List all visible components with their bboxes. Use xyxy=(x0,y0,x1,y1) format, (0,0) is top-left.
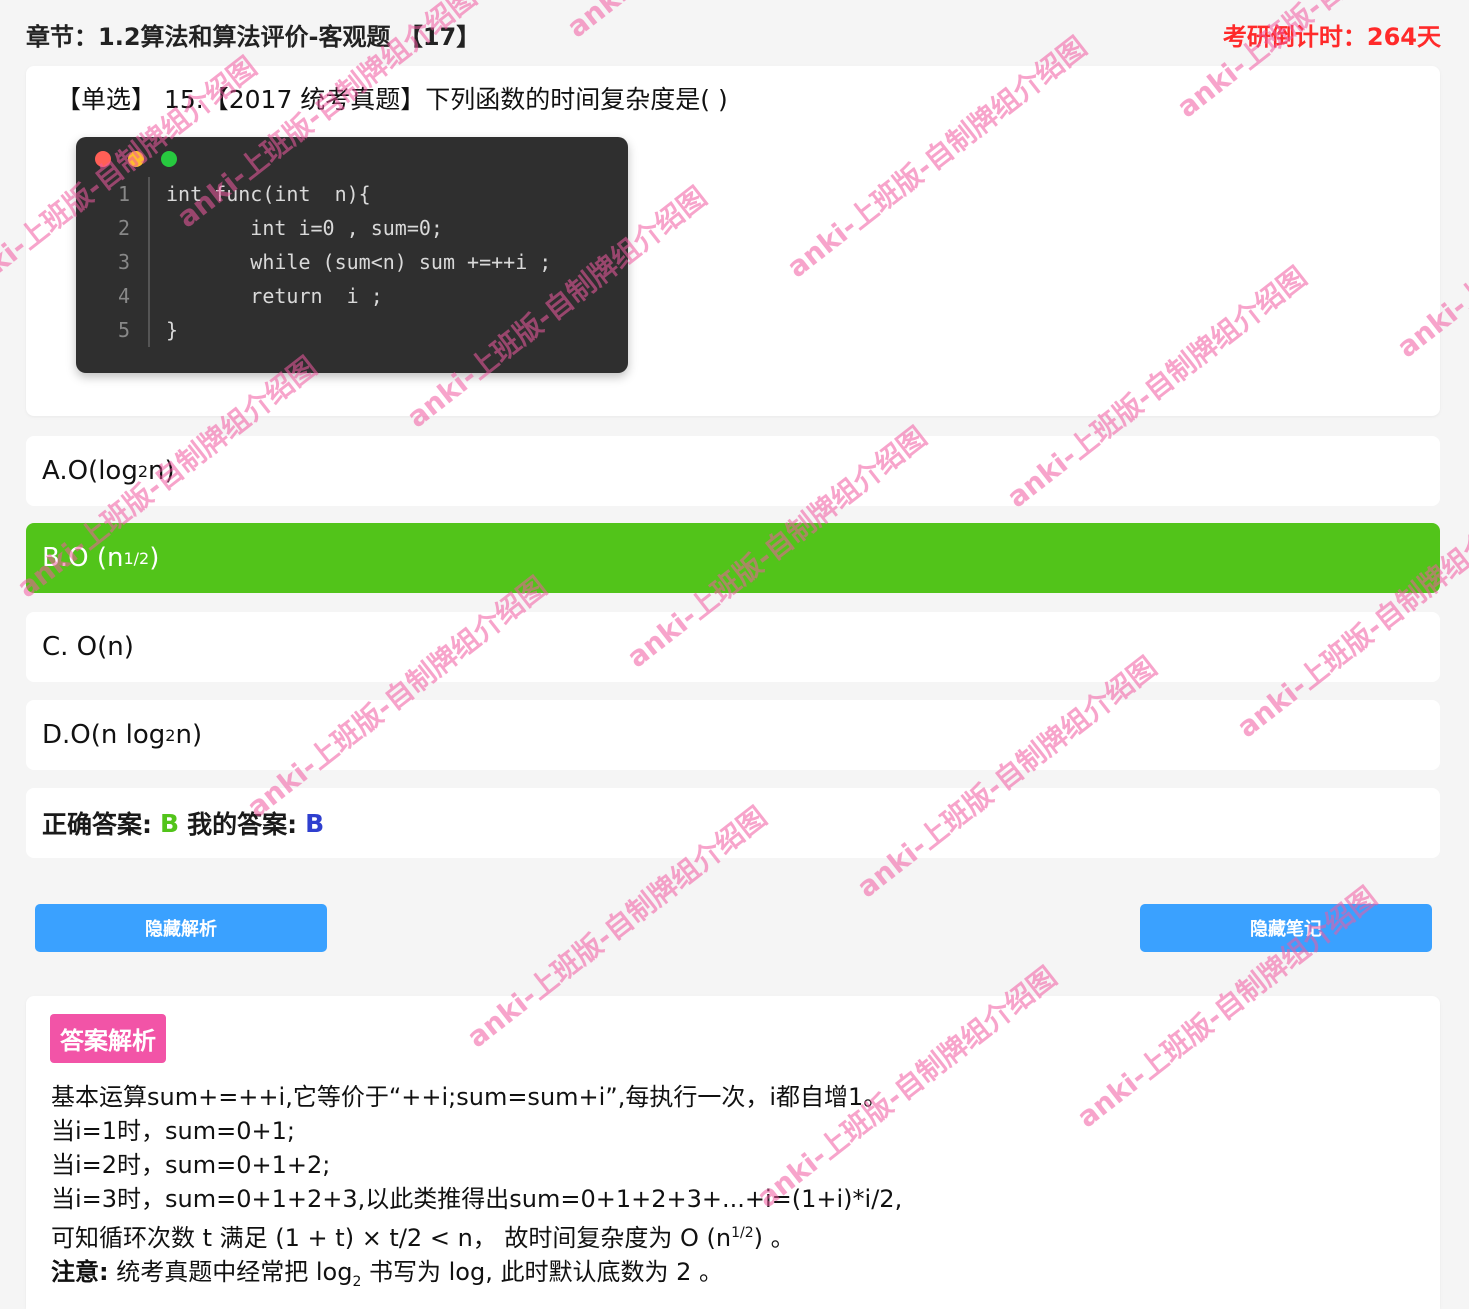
analysis-line5-suffix: ) 。 xyxy=(753,1224,795,1252)
code-line: 4 return i ; xyxy=(76,279,628,313)
code-text: int i=0 , sum=0; xyxy=(166,216,443,240)
code-text: int func(int n){ xyxy=(166,182,371,206)
analysis-body: 基本运算sum+=++i,它等价于“++i;sum=sum+i”,每执行一次，i… xyxy=(51,1080,1411,1299)
window-minimize-dot-icon xyxy=(128,151,144,167)
analysis-line: 可知循环次数 t 满足 (1 + t) × t/2 < n， 故时间复杂度为 O… xyxy=(51,1216,1411,1255)
note-suffix: 书写为 log, 此时默认底数为 2 。 xyxy=(361,1258,724,1286)
chapter-title: 章节：1.2算法和算法评价-客观题 【17】 xyxy=(26,22,481,51)
question-type-tag: 【单选】 xyxy=(56,85,157,114)
code-line: 3 while (sum<n) sum +=++i ; xyxy=(76,245,628,279)
my-answer-value: B xyxy=(305,808,325,838)
question-card: 【单选】 15.【2017 统考真题】下列函数的时间复杂度是( ) 1 int … xyxy=(26,66,1440,416)
analysis-line: 当i=1时，sum=0+1; xyxy=(51,1117,295,1145)
question-text: 15.【2017 统考真题】下列函数的时间复杂度是( ) xyxy=(163,85,728,114)
code-line: 1 int func(int n){ xyxy=(76,177,628,211)
correct-answer-value: B xyxy=(160,808,180,838)
option-d-suffix: n) xyxy=(175,720,203,750)
hide-notes-button[interactable]: 隐藏笔记 xyxy=(1140,904,1432,952)
window-maximize-dot-icon xyxy=(161,151,177,167)
code-snippet: 1 int func(int n){ 2 int i=0 , sum=0; 3 … xyxy=(76,137,628,373)
analysis-line5-superscript: 1/2 xyxy=(731,1225,754,1241)
option-b-prefix: B.O (n xyxy=(42,543,124,573)
option-c-text: C. O(n) xyxy=(42,632,134,662)
note-prefix: 统考真题中经常把 log xyxy=(108,1258,353,1286)
code-line: 2 int i=0 , sum=0; xyxy=(76,211,628,245)
line-number: 5 xyxy=(76,313,150,347)
my-answer-label: 我的答案: xyxy=(187,810,298,839)
analysis-card: 答案解析 基本运算sum+=++i,它等价于“++i;sum=sum+i”,每执… xyxy=(26,996,1440,1309)
answer-summary: 正确答案: B 我的答案: B xyxy=(26,788,1440,858)
option-d-subscript: 2 xyxy=(165,725,176,745)
code-line: 5 } xyxy=(76,313,628,347)
line-number: 4 xyxy=(76,279,150,313)
analysis-line: 基本运算sum+=++i,它等价于“++i;sum=sum+i”,每执行一次，i… xyxy=(51,1083,888,1111)
window-close-dot-icon xyxy=(95,151,111,167)
header: 章节：1.2算法和算法评价-客观题 【17】 考研倒计时：264天 xyxy=(26,14,1441,54)
exam-countdown: 考研倒计时：264天 xyxy=(1222,22,1441,51)
watermark-text: anki-上班版-自制牌组介绍图 xyxy=(240,570,553,825)
analysis-tag: 答案解析 xyxy=(50,1014,166,1063)
analysis-line5-prefix: 可知循环次数 t 满足 (1 + t) × t/2 < n， 故时间复杂度为 O… xyxy=(51,1224,732,1252)
code-body: 1 int func(int n){ 2 int i=0 , sum=0; 3 … xyxy=(76,177,628,347)
option-b[interactable]: B.O (n 1/2) xyxy=(26,523,1440,593)
code-text: while (sum<n) sum +=++i ; xyxy=(166,250,552,274)
analysis-line: 当i=2时，sum=0+1+2; xyxy=(51,1151,331,1179)
question-stem: 【单选】 15.【2017 统考真题】下列函数的时间复杂度是( ) xyxy=(56,80,728,116)
option-a-suffix: n) xyxy=(148,456,175,486)
watermark-text: anki-上班版-自制牌组介绍图 xyxy=(850,650,1163,905)
correct-answer-label: 正确答案: xyxy=(42,810,152,839)
analysis-line: 当i=3时，sum=0+1+2+3,以此类推得出sum=0+1+2+3+...+… xyxy=(51,1185,903,1213)
option-b-suffix: ) xyxy=(149,543,160,573)
line-number: 1 xyxy=(76,177,150,211)
option-b-superscript: 1/2 xyxy=(123,548,150,568)
option-d-prefix: D.O(n log xyxy=(42,720,166,750)
option-a-subscript: 2 xyxy=(137,461,149,481)
option-c[interactable]: C. O(n) xyxy=(26,612,1440,682)
note-label: 注意: xyxy=(51,1258,109,1286)
line-number: 3 xyxy=(76,245,150,279)
code-text: } xyxy=(166,318,179,342)
option-a[interactable]: A.O(log 2 n) xyxy=(26,436,1440,506)
option-a-prefix: A.O(log xyxy=(42,456,138,486)
code-text: return i ; xyxy=(166,284,383,308)
line-number: 2 xyxy=(76,211,150,245)
hide-analysis-button[interactable]: 隐藏解析 xyxy=(35,904,327,952)
analysis-note: 注意: 统考真题中经常把 log2 书写为 log, 此时默认底数为 2 。 xyxy=(51,1255,1411,1299)
option-d[interactable]: D.O(n log 2 n) xyxy=(26,700,1440,770)
